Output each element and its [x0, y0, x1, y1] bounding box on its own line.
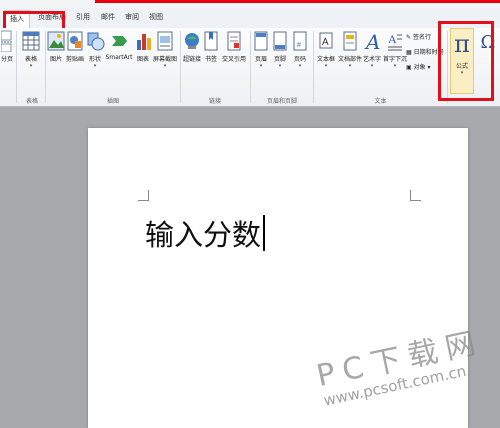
footer-button[interactable]: 页脚 ▾ — [271, 30, 289, 69]
header-icon — [254, 31, 268, 51]
drop-cap-icon: A — [388, 32, 402, 51]
group-label-illustrations: 插图 — [106, 98, 119, 105]
dropdown-arrow-icon: ▾ — [348, 63, 352, 69]
ribbon-tabs: 插入 页面布局 引用 邮件 审阅 视图 — [0, 8, 500, 29]
svg-text:A: A — [364, 30, 380, 52]
margin-corner-right — [410, 190, 421, 201]
shapes-button[interactable]: 形状 ▾ — [87, 30, 105, 69]
group-label-links: 链接 — [208, 98, 221, 105]
page-break-label: 分页 — [0, 56, 13, 63]
shapes-icon — [87, 32, 105, 51]
object-icon: ▣ — [406, 64, 412, 71]
clipart-button[interactable]: 剪贴画 — [64, 30, 86, 63]
svg-text:#: # — [297, 42, 301, 49]
wordart-label: 艺术字 — [362, 56, 381, 63]
cross-reference-button[interactable]: 交叉引用 — [220, 30, 248, 63]
chart-button[interactable]: 图表 — [135, 30, 151, 63]
hyperlink-label: 超链接 — [182, 56, 201, 63]
object-button[interactable]: ▣ 对象 ▾ — [406, 62, 431, 71]
document-text-content: 输入分数 — [145, 218, 262, 252]
clipart-label: 剪贴画 — [65, 56, 84, 63]
page-number-icon: # — [293, 31, 307, 51]
footer-icon — [273, 31, 287, 51]
table-button[interactable]: 表格 ▾ — [19, 30, 43, 69]
separator — [313, 31, 314, 103]
page-break-icon — [1, 30, 13, 52]
bookmark-icon — [204, 31, 218, 51]
group-label-tables: 表格 — [25, 98, 38, 105]
dropdown-arrow-icon: ▾ — [93, 63, 97, 69]
dropdown-arrow-icon: ▾ — [324, 63, 328, 69]
quick-parts-button[interactable]: 文档部件 ▾ — [337, 30, 363, 69]
shapes-label: 形状 — [88, 56, 101, 63]
wordart-button[interactable]: A 艺术字 ▾ — [362, 30, 382, 69]
smartart-label: SmartArt — [105, 54, 133, 61]
smartart-button[interactable]: SmartArt — [104, 30, 134, 61]
textbox-label: 文本框 — [316, 56, 335, 63]
dropdown-arrow-icon: ▾ — [427, 64, 431, 71]
signature-line-button[interactable]: ✎ 签名行 — [406, 32, 431, 41]
screenshot-icon — [157, 31, 173, 51]
group-label-text: 文本 — [374, 98, 387, 105]
picture-label: 图片 — [49, 56, 62, 63]
tab-references[interactable]: 引用 — [76, 12, 90, 22]
quick-parts-icon — [343, 31, 357, 51]
separator — [45, 31, 46, 103]
separator — [250, 31, 251, 103]
tab-review[interactable]: 审阅 — [125, 12, 139, 22]
document-text[interactable]: 输入分数 — [145, 212, 266, 254]
dropdown-arrow-icon: ▾ — [393, 63, 397, 69]
signature-icon: ✎ — [406, 34, 412, 41]
textbox-button[interactable]: A 文本框 ▾ — [315, 30, 337, 69]
ribbon: 分页 表格 ▾ 图片 剪贴画 形状 ▾ SmartArt 图表 屏幕截图 ▾ 超… — [0, 28, 500, 107]
drop-cap-label: 首字下沉 — [382, 56, 407, 63]
dropdown-arrow-icon: ▾ — [259, 63, 263, 69]
picture-icon — [47, 31, 65, 51]
screenshot-label: 屏幕截图 — [152, 56, 177, 63]
separator — [16, 31, 17, 103]
bookmark-label: 书签 — [204, 56, 217, 63]
cross-reference-icon — [227, 31, 241, 51]
quick-parts-label: 文档部件 — [337, 56, 362, 63]
calendar-icon: ▦ — [406, 49, 412, 56]
drop-cap-button[interactable]: A 首字下沉 ▾ — [382, 30, 408, 69]
group-label-header-footer: 页眉和页脚 — [266, 98, 297, 105]
page-break-button[interactable]: 分页 — [0, 30, 14, 63]
table-label: 表格 — [24, 56, 37, 63]
title-bar-accent — [95, 0, 500, 3]
picture-button[interactable]: 图片 — [47, 30, 65, 63]
tab-view[interactable]: 视图 — [149, 12, 163, 22]
textbox-icon: A — [319, 32, 333, 49]
footer-label: 页脚 — [273, 56, 286, 63]
page-number-button[interactable]: # 页码 ▾ — [291, 30, 309, 69]
header-label: 页眉 — [254, 56, 267, 63]
smartart-icon — [112, 36, 127, 46]
svg-text:A: A — [322, 37, 329, 48]
dropdown-arrow-icon: ▾ — [29, 63, 33, 69]
text-cursor — [263, 215, 266, 251]
wordart-icon: A — [364, 30, 380, 52]
header-button[interactable]: 页眉 ▾ — [252, 30, 270, 69]
chart-label: 图表 — [136, 56, 149, 63]
cross-reference-label: 交叉引用 — [221, 56, 246, 63]
dropdown-arrow-icon: ▾ — [163, 63, 167, 69]
screenshot-button[interactable]: 屏幕截图 ▾ — [151, 30, 179, 69]
dropdown-arrow-icon: ▾ — [298, 63, 302, 69]
table-icon — [22, 31, 40, 51]
tab-mailings[interactable]: 邮件 — [101, 12, 115, 22]
object-label: 对象 — [413, 64, 426, 71]
page-number-label: 页码 — [293, 56, 306, 63]
dropdown-arrow-icon: ▾ — [370, 63, 374, 69]
clipart-icon — [67, 31, 83, 51]
signature-label: 签名行 — [412, 34, 431, 41]
equation-highlight-box — [438, 21, 494, 101]
margin-corner-left — [138, 190, 149, 201]
bookmark-button[interactable]: 书签 — [203, 30, 219, 63]
hyperlink-icon — [185, 33, 199, 49]
dropdown-arrow-icon: ▾ — [278, 63, 282, 69]
svg-text:A: A — [388, 32, 397, 46]
hyperlink-button[interactable]: 超链接 — [181, 30, 203, 63]
